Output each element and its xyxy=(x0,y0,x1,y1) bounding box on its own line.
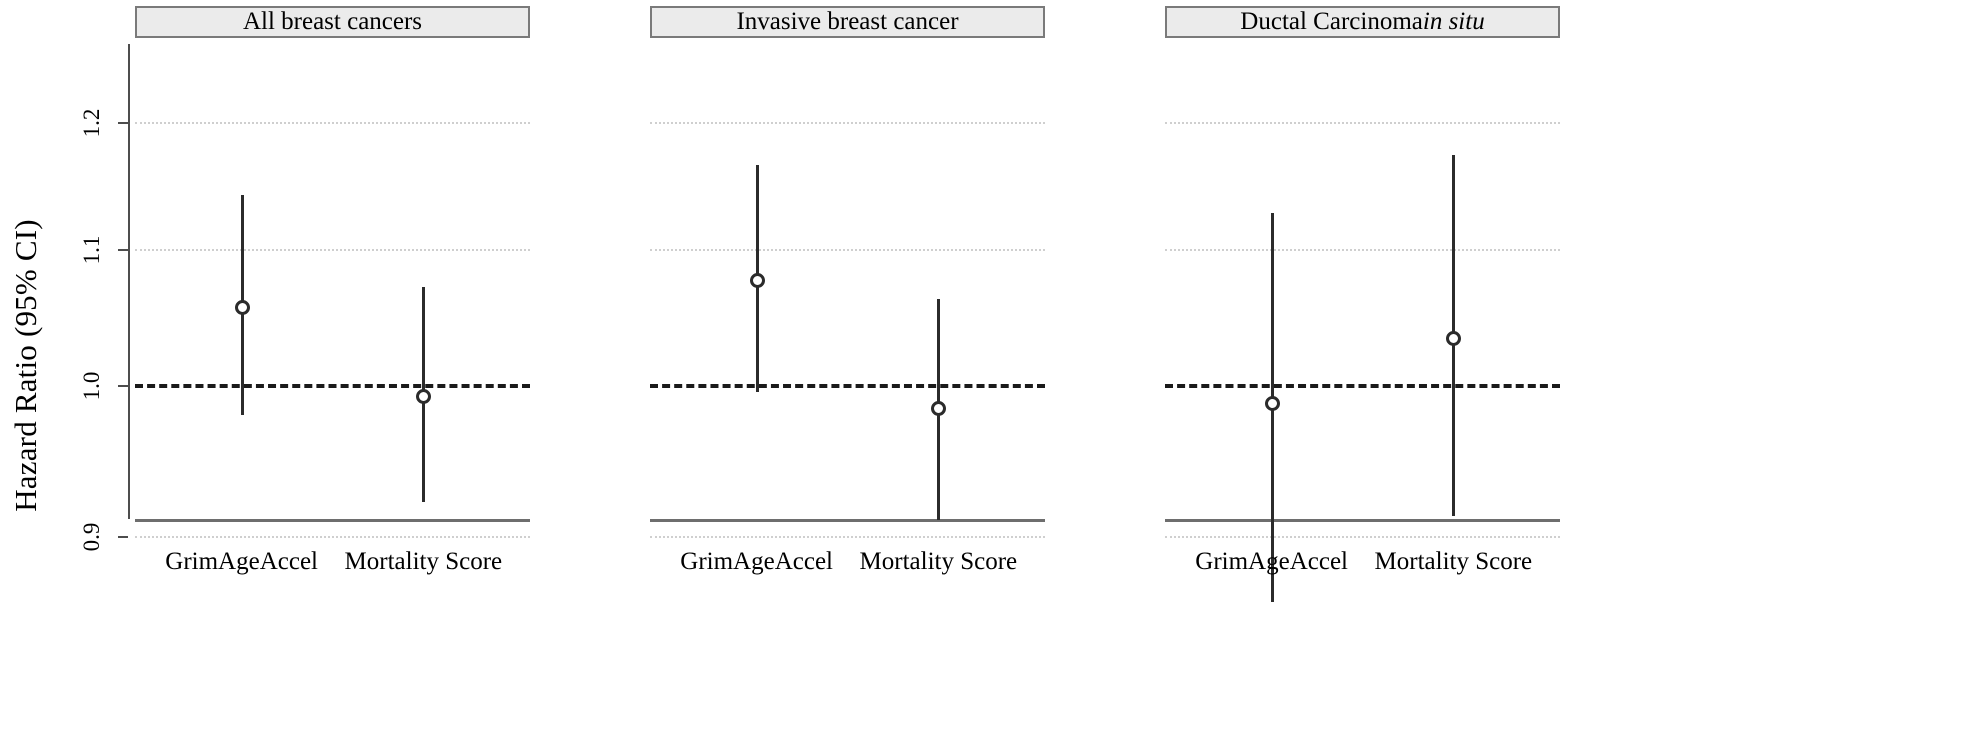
panel-title-ductal-carcinoma-in-situ: Ductal Carcinoma in situ xyxy=(1165,6,1560,38)
y-axis-title: Hazard Ratio (95% CI) xyxy=(8,219,43,512)
x-axis-line xyxy=(135,519,530,522)
gridline-1-1 xyxy=(650,249,1045,251)
point-estimate-marker xyxy=(1446,331,1462,347)
forest-plot-figure: Hazard Ratio (95% CI) 0.9 1.0 1.1 1.2 All b… xyxy=(0,0,1973,731)
y-tick-label: 1.0 xyxy=(79,371,104,401)
x-axis-line xyxy=(1165,519,1560,522)
x-axis-line xyxy=(650,519,1045,522)
y-tick-label: 1.2 xyxy=(79,108,104,138)
point-estimate-marker xyxy=(1264,396,1280,412)
gridline-1-1 xyxy=(1165,249,1560,251)
panel-title-all-breast-cancers: All breast cancers xyxy=(135,6,530,38)
x-tick-label: GrimAgeAccel xyxy=(680,548,833,575)
reference-line-hr-1 xyxy=(650,384,1045,388)
gridline-1-2 xyxy=(650,122,1045,124)
panel-invasive-breast-cancer: Invasive breast cancer GrimAgeAccel Mortal… xyxy=(650,0,1045,731)
gridline-1-2 xyxy=(1165,122,1560,124)
point-estimate-marker xyxy=(931,400,947,416)
point-estimate-marker xyxy=(234,299,250,315)
x-tick-label: GrimAgeAccel xyxy=(165,548,318,575)
y-tick-mark xyxy=(118,536,128,538)
x-tick-label: GrimAgeAccel xyxy=(1195,548,1348,575)
gridline-0-9 xyxy=(135,536,530,538)
panel-ductal-carcinoma-in-situ: Ductal Carcinoma in situ GrimAgeAccel Mort… xyxy=(1165,0,1560,731)
point-estimate-marker xyxy=(416,389,432,405)
y-tick-label: 1.1 xyxy=(79,235,104,265)
x-tick-label: Mortality Score xyxy=(344,548,503,575)
panel-title-invasive-breast-cancer: Invasive breast cancer xyxy=(650,6,1045,38)
x-tick-label: Mortality Score xyxy=(1374,548,1533,575)
point-estimate-marker xyxy=(749,273,765,289)
gridline-0-9 xyxy=(1165,536,1560,538)
gridline-1-2 xyxy=(135,122,530,124)
gridline-0-9 xyxy=(650,536,1045,538)
gridline-1-1 xyxy=(135,249,530,251)
y-tick-label: 0.9 xyxy=(79,522,104,552)
y-tick-mark xyxy=(118,249,128,251)
x-tick-label: Mortality Score xyxy=(859,548,1018,575)
y-tick-mark xyxy=(118,122,128,124)
y-axis-spine xyxy=(128,44,130,519)
reference-line-hr-1 xyxy=(135,384,530,388)
reference-line-hr-1 xyxy=(1165,384,1560,388)
panel-all-breast-cancers: All breast cancers GrimAgeAccel Mortality … xyxy=(135,0,530,731)
y-tick-mark xyxy=(118,385,128,387)
